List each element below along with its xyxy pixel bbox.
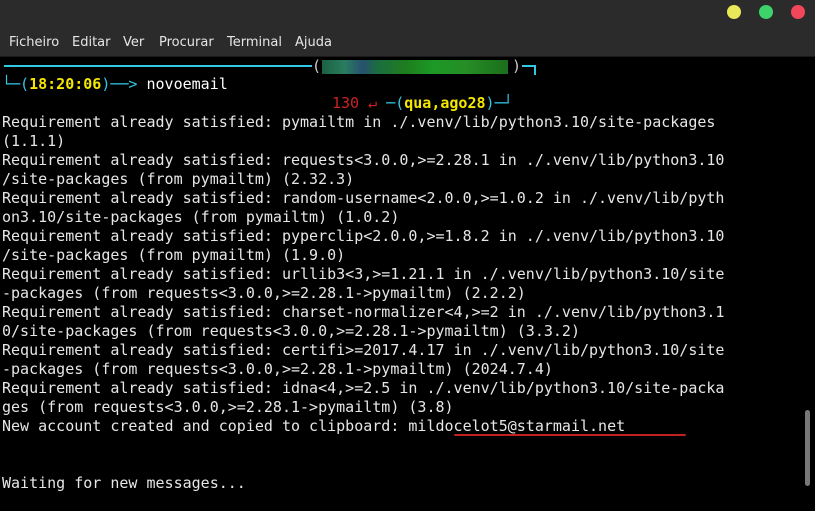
output-line: /site-packages (from pymailtm) (1.9.0) (2, 246, 346, 264)
prompt-line: └─(18:20:06)──> novoemail (2, 75, 228, 93)
waiting-line: Waiting for new messages... (2, 474, 246, 492)
account-created-prefix: New account created and copied to clipbo… (2, 417, 409, 435)
output-line: Requirement already satisfied: charset-n… (2, 303, 725, 321)
menu-editar[interactable]: Editar (72, 35, 111, 50)
prompt-date: qua,ago28 (404, 94, 486, 112)
minimize-button[interactable] (727, 5, 741, 19)
menu-ajuda[interactable]: Ajuda (295, 35, 332, 50)
title-bar (0, 0, 815, 28)
menu-ver[interactable]: Ver (123, 35, 144, 50)
output-line: 0/site-packages (from requests<3.0.0,>=2… (2, 322, 580, 340)
output-line: Requirement already satisfied: urllib3<3… (2, 265, 725, 283)
created-email[interactable]: mildocelot5@starmail.net (408, 417, 625, 435)
host-paren-left: ( (312, 57, 322, 75)
return-icon: ↵ (368, 94, 378, 112)
output-line: Requirement already satisfied: requests<… (2, 151, 725, 169)
output-line: Requirement already satisfied: certifi>=… (2, 341, 725, 359)
prompt-frame-corner-down (534, 65, 536, 75)
output-line: Requirement already satisfied: random-us… (2, 189, 725, 207)
output-line: (1.1.1) (2, 132, 66, 150)
prompt-time: 18:20:06 (29, 75, 102, 93)
exit-code: 130 (332, 94, 360, 112)
output-line: /site-packages (from pymailtm) (2.32.3) (2, 170, 355, 188)
right-prompt: 130 ↵ ─(qua,ago28)─┘ (332, 94, 513, 112)
menu-procurar[interactable]: Procurar (159, 35, 214, 50)
output-line: ges (from requests<3.0.0,>=2.28.1->pymai… (2, 398, 454, 416)
prompt-frame-line (4, 65, 312, 67)
output-line: -packages (from requests<3.0.0,>=2.28.1-… (2, 360, 553, 378)
menu-ficheiro[interactable]: Ficheiro (9, 35, 59, 50)
close-button[interactable] (791, 5, 805, 19)
scrollbar-thumb[interactable] (805, 410, 810, 486)
prompt-command: novoemail (146, 75, 228, 93)
output-line: Requirement already satisfied: idna<4,>=… (2, 379, 725, 397)
terminal-output[interactable]: ( ) └─(18:20:06)──> novoemail 130 ↵ ─(qu… (0, 57, 803, 511)
menu-bar: Ficheiro Editar Ver Procurar Terminal Aj… (0, 28, 815, 57)
email-annotation-underline (454, 434, 686, 436)
redacted-hostname (322, 60, 508, 74)
output-line: Requirement already satisfied: pyperclip… (2, 227, 725, 245)
output-line: Requirement already satisfied: pymailtm … (2, 113, 716, 131)
output-line: on3.10/site-packages (from pymailtm) (1.… (2, 208, 400, 226)
output-line: -packages (from requests<3.0.0,>=2.28.1-… (2, 284, 526, 302)
menu-terminal[interactable]: Terminal (227, 35, 282, 50)
host-paren-right: ) (512, 57, 522, 75)
maximize-button[interactable] (759, 5, 773, 19)
